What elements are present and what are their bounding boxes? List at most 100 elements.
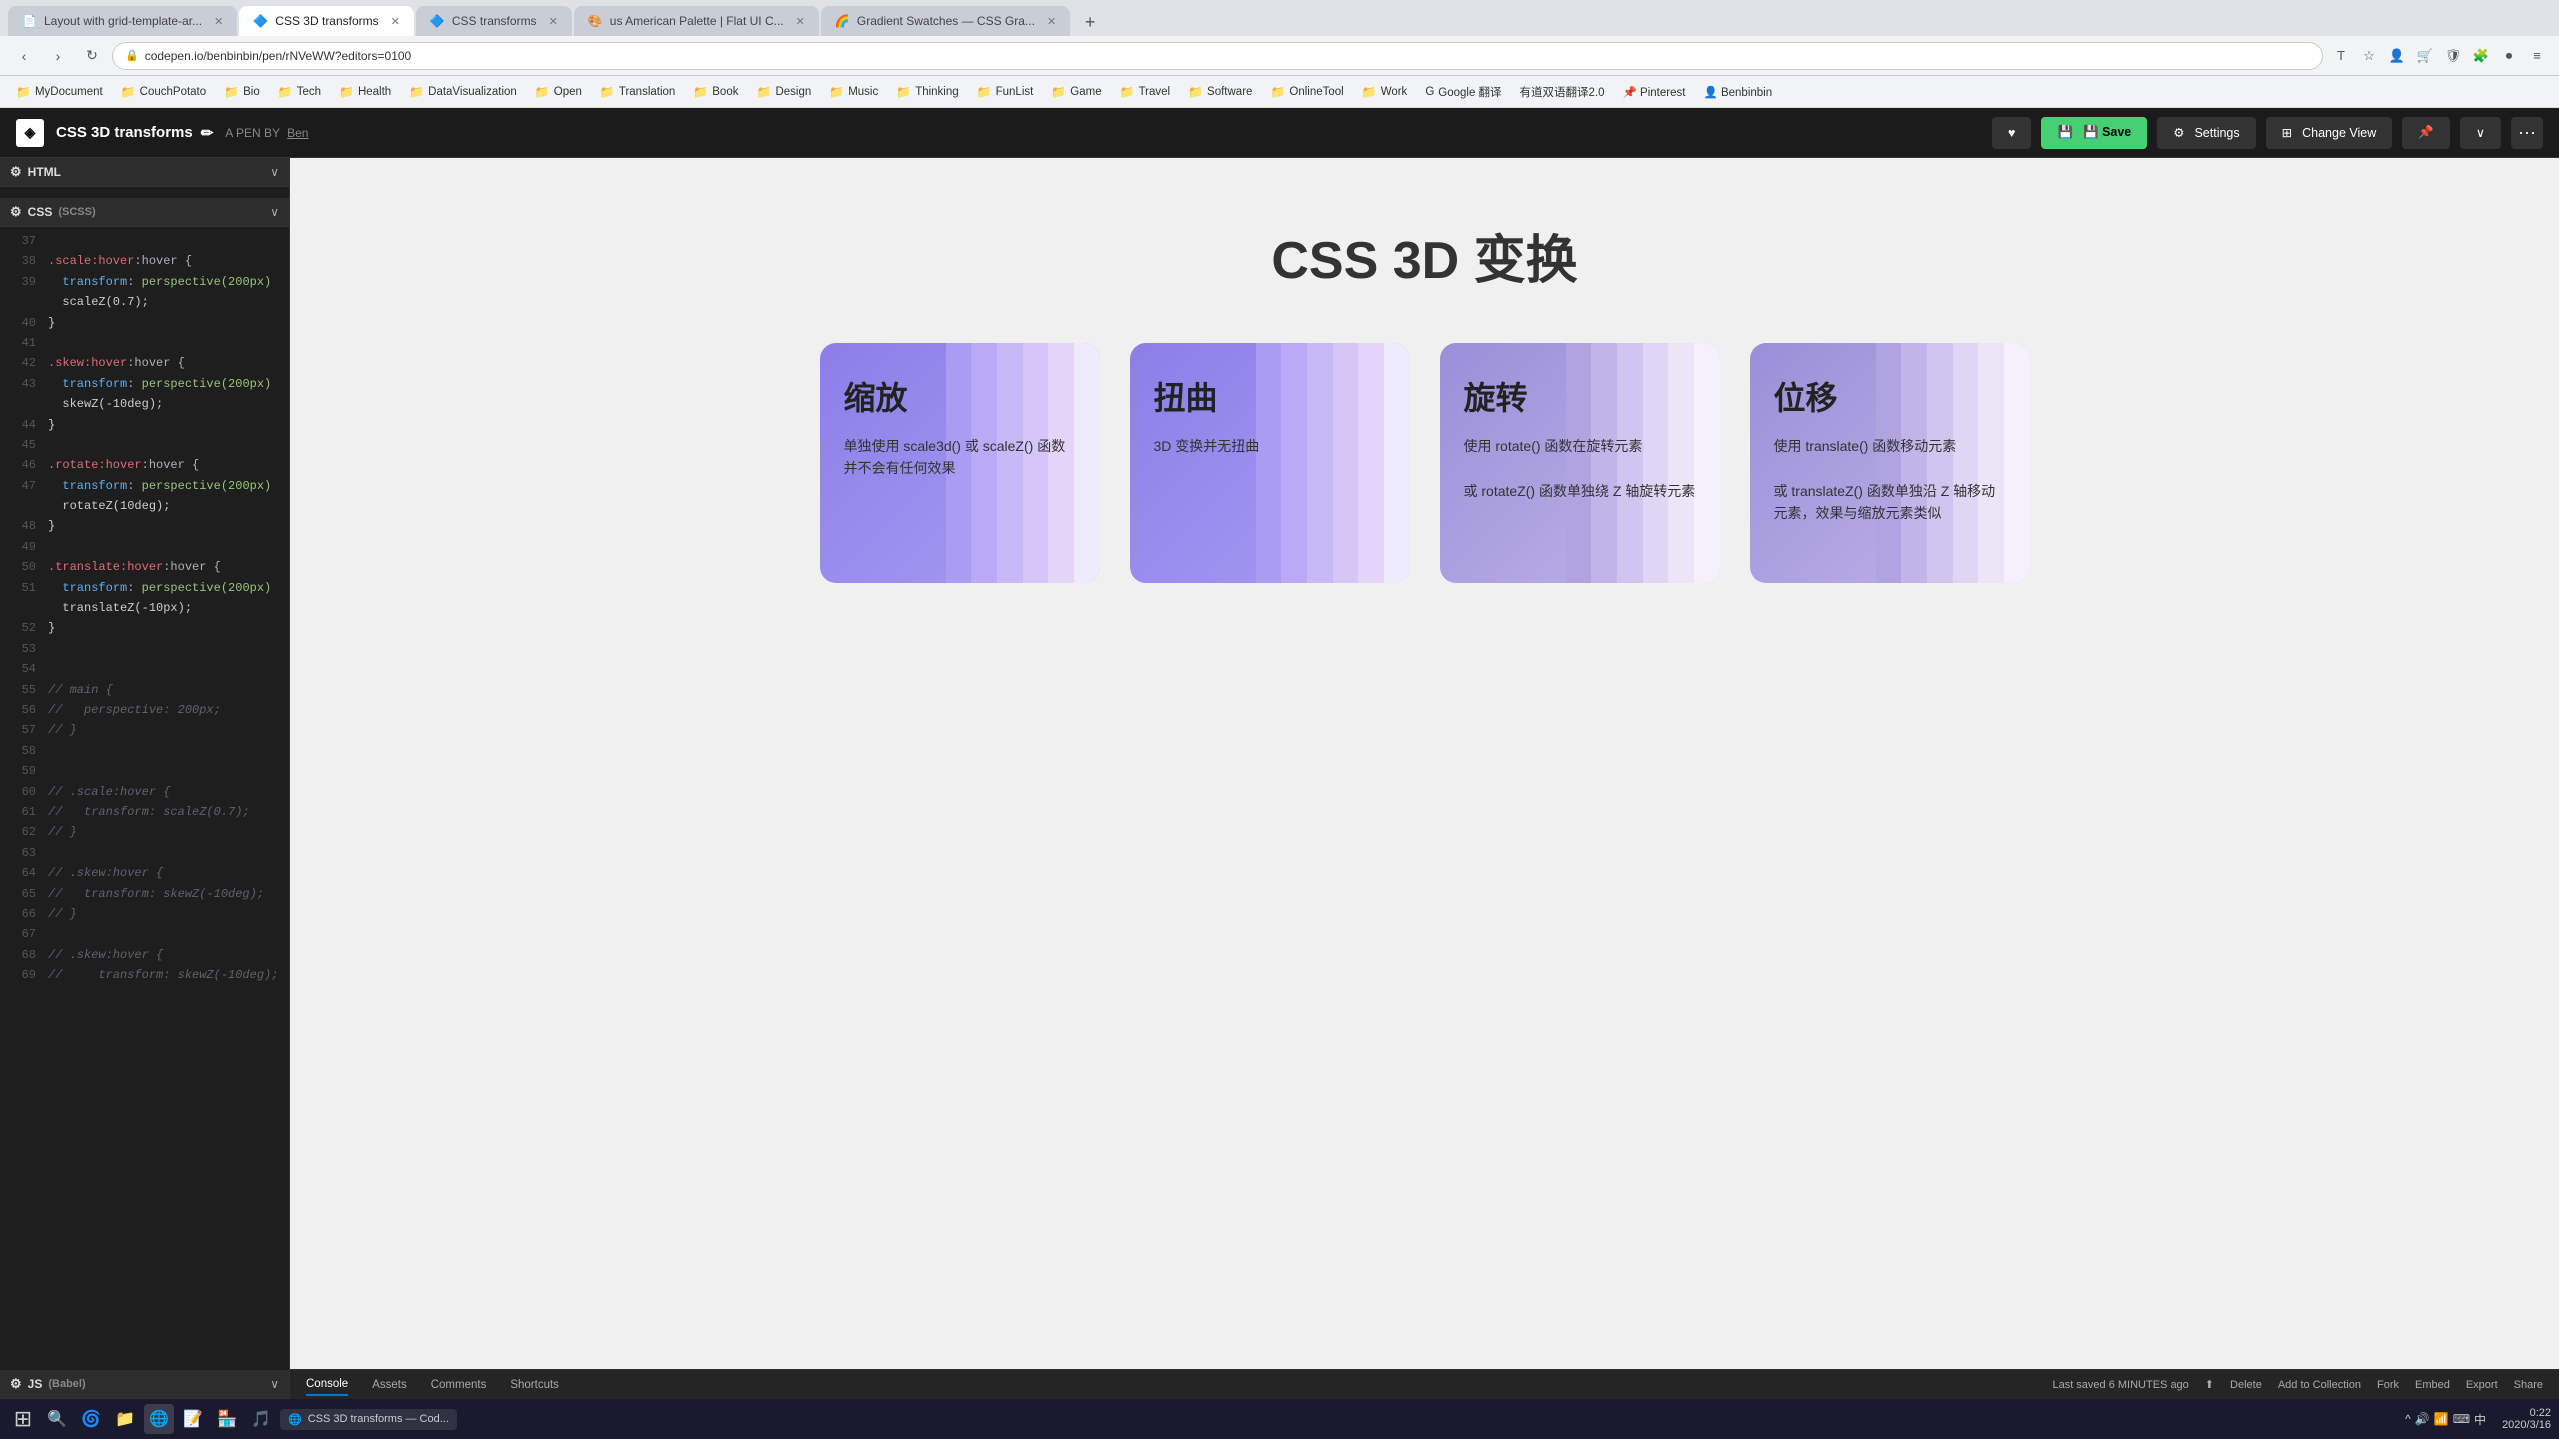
- tab-comments[interactable]: Comments: [431, 1375, 487, 1395]
- tab-console[interactable]: Console: [306, 1374, 348, 1396]
- tray-expand-icon[interactable]: ^: [2405, 1412, 2411, 1426]
- settings-button[interactable]: ⚙ Settings: [2157, 117, 2255, 149]
- js-collapse-icon[interactable]: ∨: [270, 1377, 279, 1391]
- keyboard-icon[interactable]: ⌨: [2453, 1412, 2470, 1426]
- edit-pen-icon[interactable]: ✏: [201, 124, 214, 142]
- bm-onlinetool[interactable]: 📁OnlineTool: [1264, 83, 1349, 101]
- code-line: scaleZ(0.7);: [0, 292, 289, 312]
- speaker-icon[interactable]: 🔊: [2415, 1412, 2430, 1426]
- css-code-area[interactable]: 3738.scale:hover:hover {39 transform: pe…: [0, 227, 289, 1370]
- bm-health[interactable]: 📁Health: [333, 83, 397, 101]
- heart-icon: ♥: [2008, 126, 2015, 140]
- change-view-button[interactable]: ⊞ Change View: [2266, 117, 2393, 149]
- css-section-header[interactable]: ⚙ CSS (SCSS) ∨: [0, 198, 289, 227]
- code-line: 62// }: [0, 822, 289, 842]
- save-icon: 💾: [2057, 125, 2073, 140]
- delete-action[interactable]: Delete: [2230, 1379, 2262, 1391]
- chevron-down-button[interactable]: ∨: [2460, 117, 2501, 149]
- bm-youdao[interactable]: 有道双语翻译2.0: [1514, 82, 1611, 102]
- cortana-icon[interactable]: 🌀: [76, 1404, 106, 1434]
- bm-mydocument[interactable]: 📁MyDocument: [10, 83, 109, 101]
- network-icon[interactable]: 📶: [2434, 1412, 2449, 1426]
- refresh-button[interactable]: ↻: [78, 42, 106, 70]
- browser-tab-3[interactable]: 🔷 CSS transforms ✕: [416, 6, 572, 36]
- tab5-close[interactable]: ✕: [1047, 15, 1056, 28]
- tab-shortcuts[interactable]: Shortcuts: [510, 1375, 559, 1395]
- back-button[interactable]: ‹: [10, 42, 38, 70]
- pin-button[interactable]: 📌: [2402, 117, 2450, 149]
- code-line: 48}: [0, 516, 289, 536]
- windows-store-icon[interactable]: 🏪: [212, 1404, 242, 1434]
- rec-icon[interactable]: ⏺: [2497, 44, 2521, 68]
- embed-action[interactable]: Embed: [2415, 1379, 2450, 1391]
- extension-icon[interactable]: 🧩: [2469, 44, 2493, 68]
- bm-tech[interactable]: 📁Tech: [272, 83, 327, 101]
- save-button[interactable]: 💾 💾 Save: [2041, 117, 2147, 149]
- folder-icon: 📁: [409, 85, 424, 99]
- browser-tab-5[interactable]: 🌈 Gradient Swatches — CSS Gra... ✕: [821, 6, 1070, 36]
- running-app-chrome[interactable]: 🌐 CSS 3D transforms — Cod...: [280, 1409, 457, 1430]
- folder-icon: 📁: [1270, 85, 1285, 99]
- address-bar[interactable]: 🔒 codepen.io/benbinbin/pen/rNVeWW?editor…: [112, 42, 2323, 70]
- bm-couchpotato[interactable]: 📁CouchPotato: [115, 83, 212, 101]
- note-icon[interactable]: 📝: [178, 1404, 208, 1434]
- bm-open[interactable]: 📁Open: [529, 83, 588, 101]
- preview-panel: CSS 3D 变换 缩放: [290, 158, 2559, 1399]
- bm-pinterest[interactable]: 📌 Pinterest: [1617, 83, 1692, 101]
- bm-game[interactable]: 📁Game: [1045, 83, 1107, 101]
- card-translate-desc: 使用 translate() 函数移动元素或 translateZ() 函数单独…: [1774, 435, 2006, 525]
- tab3-title: CSS transforms: [452, 14, 537, 28]
- add-collection-action[interactable]: Add to Collection: [2278, 1379, 2361, 1391]
- bm-google-translate[interactable]: G Google 翻译: [1419, 82, 1507, 102]
- search-button[interactable]: 🔍: [42, 1404, 72, 1434]
- bm-book[interactable]: 📁Book: [687, 83, 744, 101]
- share-action[interactable]: Share: [2514, 1379, 2543, 1391]
- code-line: translateZ(-10px);: [0, 598, 289, 618]
- translate-icon[interactable]: T: [2329, 44, 2353, 68]
- bm-software[interactable]: 📁Software: [1182, 83, 1258, 101]
- html-section-header[interactable]: ⚙ HTML ∨: [0, 158, 289, 187]
- browser-tab-2[interactable]: 🔷 CSS 3D transforms ✕: [239, 6, 414, 36]
- bm-benbinbin[interactable]: 👤 Benbinbin: [1697, 83, 1778, 101]
- new-tab-button[interactable]: +: [1076, 8, 1104, 36]
- pen-author[interactable]: Ben: [287, 126, 308, 140]
- shield-icon[interactable]: 🛡: [2441, 44, 2465, 68]
- browser-tab-4[interactable]: 🎨 us American Palette | Flat UI C... ✕: [574, 6, 819, 36]
- user-icon[interactable]: 👤: [2385, 44, 2409, 68]
- bm-translation[interactable]: 📁Translation: [594, 83, 681, 101]
- code-line: 68// .skew:hover {: [0, 945, 289, 965]
- start-button[interactable]: ⊞: [8, 1404, 38, 1434]
- forward-button[interactable]: ›: [44, 42, 72, 70]
- fork-action[interactable]: Fork: [2377, 1379, 2399, 1391]
- export-action[interactable]: Export: [2466, 1379, 2498, 1391]
- bm-design[interactable]: 📁Design: [750, 83, 817, 101]
- menu-icon[interactable]: ≡: [2525, 44, 2549, 68]
- js-section-header[interactable]: ⚙ JS (Babel) ∨: [0, 1370, 289, 1399]
- code-line: 39 transform: perspective(200px): [0, 272, 289, 292]
- cart-icon[interactable]: 🛒: [2413, 44, 2437, 68]
- bm-work[interactable]: 📁Work: [1356, 83, 1414, 101]
- bm-thinking[interactable]: 📁Thinking: [890, 83, 964, 101]
- music-icon[interactable]: 🎵: [246, 1404, 276, 1434]
- ime-icon[interactable]: 中: [2474, 1411, 2486, 1428]
- bm-travel[interactable]: 📁Travel: [1114, 83, 1176, 101]
- file-explorer-icon[interactable]: 📁: [110, 1404, 140, 1434]
- html-collapse-icon[interactable]: ∨: [270, 165, 279, 179]
- tab3-close[interactable]: ✕: [549, 15, 558, 28]
- css-collapse-icon[interactable]: ∨: [270, 205, 279, 219]
- bm-datavis[interactable]: 📁DataVisualization: [403, 83, 523, 101]
- bm-music[interactable]: 📁Music: [823, 83, 884, 101]
- bm-bio[interactable]: 📁Bio: [218, 83, 266, 101]
- bookmark-icon[interactable]: ☆: [2357, 44, 2381, 68]
- tab1-close[interactable]: ✕: [214, 15, 223, 28]
- clock[interactable]: 0:22 2020/3/16: [2502, 1407, 2551, 1431]
- more-button[interactable]: ···: [2511, 117, 2543, 149]
- tab-assets[interactable]: Assets: [372, 1375, 407, 1395]
- tab2-close[interactable]: ✕: [391, 15, 400, 28]
- browser-tab-1[interactable]: 📄 Layout with grid-template-ar... ✕: [8, 6, 237, 36]
- line-content: .scale:hover:hover {: [48, 251, 192, 271]
- tab4-close[interactable]: ✕: [796, 15, 805, 28]
- chrome-icon[interactable]: 🌐: [144, 1404, 174, 1434]
- heart-button[interactable]: ♥: [1992, 117, 2031, 149]
- bm-funlist[interactable]: 📁FunList: [971, 83, 1040, 101]
